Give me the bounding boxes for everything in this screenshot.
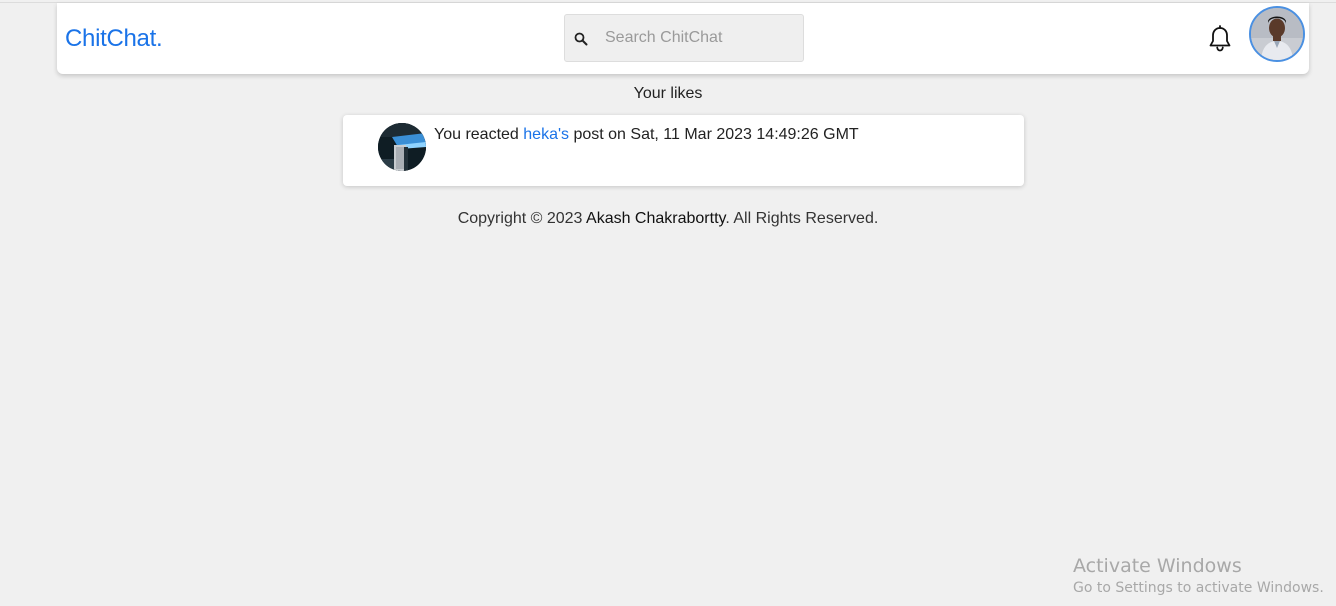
activation-watermark: Activate Windows Go to Settings to activ… xyxy=(1073,554,1324,598)
copyright-suffix: . All Rights Reserved. xyxy=(725,210,879,227)
search-input[interactable] xyxy=(605,15,795,61)
user-avatar[interactable] xyxy=(1249,6,1305,62)
like-suffix: post on Sat, 11 Mar 2023 14:49:26 GMT xyxy=(569,126,859,143)
like-card: You reacted heka's post on Sat, 11 Mar 2… xyxy=(343,115,1024,186)
copyright-text: Copyright © 2023 Akash Chakrabortty. All… xyxy=(458,209,879,229)
search-icon xyxy=(573,31,589,47)
watermark-subtitle: Go to Settings to activate Windows. xyxy=(1073,580,1324,596)
section-title-text: Your likes xyxy=(633,85,703,102)
like-prefix: You reacted xyxy=(434,126,524,143)
footer: Copyright © 2023 Akash Chakrabortty. All… xyxy=(0,209,1336,229)
copyright-prefix: Copyright © 2023 xyxy=(457,210,587,227)
author-name: Akash Chakrabortty xyxy=(586,210,726,227)
brand-logo[interactable]: ChitChat. xyxy=(65,24,163,54)
like-text: You reacted heka's post on Sat, 11 Mar 2… xyxy=(434,125,859,145)
bell-icon[interactable] xyxy=(1208,25,1232,53)
search-box[interactable] xyxy=(564,14,804,62)
user-link[interactable]: heka's xyxy=(523,126,569,143)
navbar: ChitChat. xyxy=(57,3,1309,74)
post-thumbnail[interactable] xyxy=(378,123,426,171)
section-title: Your likes xyxy=(0,84,1336,104)
watermark-title: Activate Windows xyxy=(1073,555,1242,577)
